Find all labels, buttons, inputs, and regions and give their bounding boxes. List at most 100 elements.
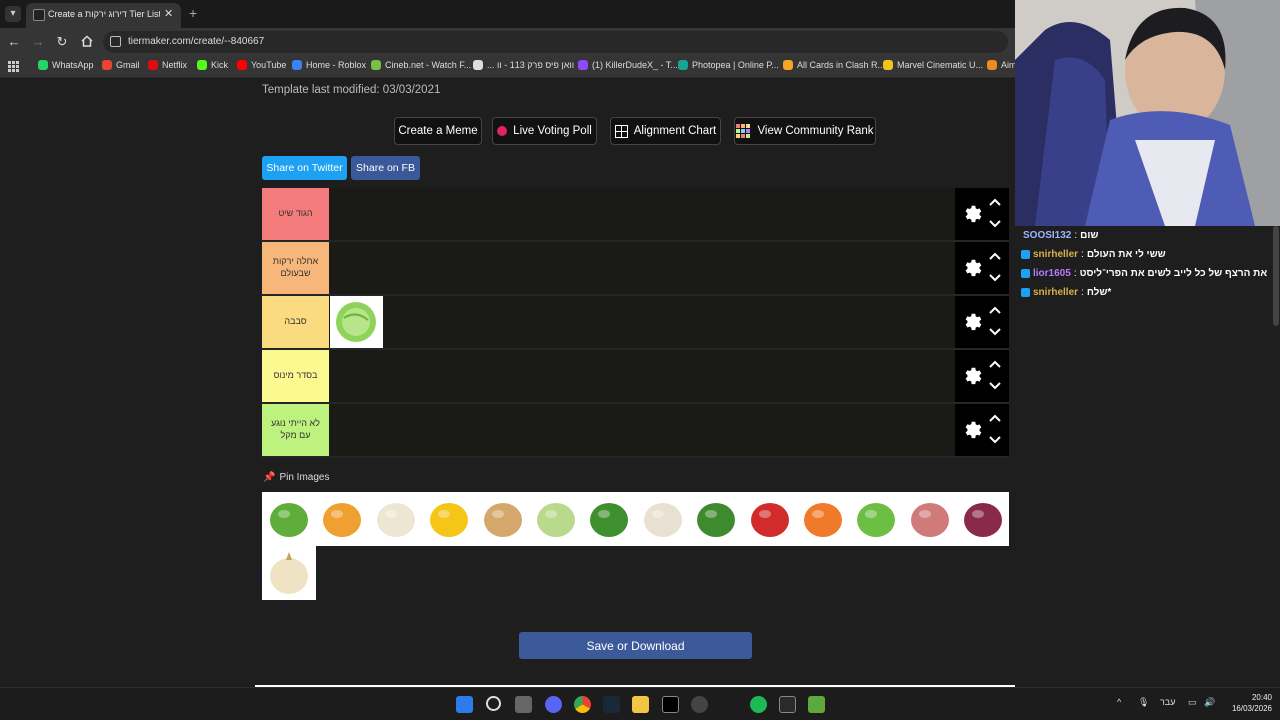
app-icon[interactable]: [662, 696, 679, 713]
bookmark-item[interactable]: Netflix: [148, 60, 187, 70]
active-tab[interactable]: Create a דירוג ירקות Tier List - T ✕: [26, 3, 181, 28]
gear-icon[interactable]: [960, 365, 982, 387]
steam-icon[interactable]: [603, 696, 620, 713]
network-icon[interactable]: ▭: [1188, 697, 1197, 708]
search-icon[interactable]: [486, 696, 501, 711]
language-indicator[interactable]: עבר: [1160, 697, 1175, 707]
spotify-icon[interactable]: [750, 696, 767, 713]
bookmark-item[interactable]: Marvel Cinematic U...: [883, 60, 983, 70]
tier-label[interactable]: בסדר מינוס: [262, 350, 329, 402]
site-info-icon[interactable]: [110, 36, 121, 47]
save-download-button[interactable]: Save or Download: [519, 632, 752, 659]
move-down-icon[interactable]: [988, 380, 1002, 392]
chrome-icon[interactable]: [574, 696, 591, 713]
back-icon[interactable]: ←: [6, 34, 22, 49]
file-explorer-icon[interactable]: [632, 696, 649, 713]
tier-label[interactable]: הגוד שיט: [262, 188, 329, 240]
chat-username[interactable]: snirheller: [1033, 249, 1078, 260]
move-down-icon[interactable]: [988, 434, 1002, 446]
create-meme-button[interactable]: Create a Meme: [394, 117, 482, 145]
move-up-icon[interactable]: [988, 358, 1002, 370]
new-tab-icon[interactable]: +: [189, 5, 197, 21]
cucumber-image[interactable]: [262, 492, 316, 546]
tray-chevron-icon[interactable]: ^: [1117, 697, 1121, 707]
reload-icon[interactable]: ↻: [54, 34, 70, 50]
chat-username[interactable]: lior1605: [1033, 268, 1071, 279]
gear-icon[interactable]: [960, 311, 982, 333]
move-down-icon[interactable]: [988, 326, 1002, 338]
discord-icon[interactable]: [545, 696, 562, 713]
tier-label[interactable]: סבבה: [262, 296, 329, 348]
potato-image[interactable]: [476, 492, 530, 546]
bookmark-item[interactable]: YouTube: [237, 60, 286, 70]
bookmark-item[interactable]: Aim: [987, 60, 1017, 70]
move-up-icon[interactable]: [988, 304, 1002, 316]
template-modified-text: Template last modified: 03/03/2021: [262, 84, 441, 96]
garlic-image[interactable]: [636, 492, 690, 546]
bookmark-item[interactable]: WhatsApp: [38, 60, 94, 70]
bookmark-item[interactable]: ... וואן פיס פרק 113 - וו: [473, 60, 574, 70]
gear-icon[interactable]: [960, 257, 982, 279]
tier-label[interactable]: לא הייתי נוגע עם מקל: [262, 404, 329, 456]
bookmark-item[interactable]: (1) KillerDudeX_ - T...: [578, 60, 678, 70]
bookmark-item[interactable]: All Cards in Clash R...: [783, 60, 885, 70]
bookmark-item[interactable]: Cineb.net - Watch F...: [371, 60, 471, 70]
bookmark-favicon-icon: [38, 60, 48, 70]
green-beans-image[interactable]: [689, 492, 743, 546]
live-voting-poll-button[interactable]: Live Voting Poll: [492, 117, 597, 145]
move-down-icon[interactable]: [988, 218, 1002, 230]
bookmark-item[interactable]: Home - Roblox: [292, 60, 366, 70]
broccoli-image[interactable]: [582, 492, 636, 546]
tier-row[interactable]: הגוד שיט: [262, 188, 1009, 242]
bookmark-label: Kick: [211, 60, 229, 70]
move-down-icon[interactable]: [988, 272, 1002, 284]
move-up-icon[interactable]: [988, 412, 1002, 424]
tier-row[interactable]: בסדר מינוס: [262, 350, 1009, 404]
tier-row[interactable]: אחלה ירקות שבעולם: [262, 242, 1009, 296]
home-icon[interactable]: [80, 34, 94, 48]
tier-row[interactable]: לא הייתי נוגע עם מקל: [262, 404, 1009, 458]
epic-games-icon[interactable]: [779, 696, 796, 713]
kohlrabi-image[interactable]: [529, 492, 583, 546]
alignment-chart-button[interactable]: Alignment Chart: [610, 117, 721, 145]
close-icon[interactable]: ✕: [164, 7, 173, 20]
tab-search-icon[interactable]: ▾: [5, 6, 21, 22]
move-up-icon[interactable]: [988, 250, 1002, 262]
view-community-rank-button[interactable]: View Community Rank: [734, 117, 876, 145]
volume-icon[interactable]: 🔊: [1204, 697, 1215, 708]
url-field[interactable]: tiermaker.com/create/--840667: [103, 31, 1008, 53]
red-pepper-image[interactable]: [743, 492, 797, 546]
share-twitter-button[interactable]: Share on Twitter: [262, 156, 347, 180]
yellow-pepper-image[interactable]: [422, 492, 476, 546]
carrot-image[interactable]: [796, 492, 850, 546]
forward-icon[interactable]: →: [30, 34, 46, 49]
gear-icon[interactable]: [960, 203, 982, 225]
move-up-icon[interactable]: [988, 196, 1002, 208]
bookmark-item[interactable]: Gmail: [102, 60, 140, 70]
lettuce-image[interactable]: [849, 492, 903, 546]
pumpkin-image[interactable]: [315, 492, 369, 546]
cauliflower-image[interactable]: [369, 492, 423, 546]
gear-icon[interactable]: [960, 419, 982, 441]
obs-icon[interactable]: [691, 696, 708, 713]
task-view-icon[interactable]: [515, 696, 532, 713]
clock[interactable]: 20:40 16/03/2026: [1222, 693, 1272, 715]
chat-username[interactable]: snirheller: [1033, 287, 1078, 298]
onion-image[interactable]: [262, 546, 316, 600]
tier-label[interactable]: אחלה ירקות שבעולם: [262, 242, 329, 294]
chat-scrollbar[interactable]: [1273, 226, 1279, 326]
bookmark-item[interactable]: Photopea | Online P...: [678, 60, 779, 70]
pin-images-toggle[interactable]: 📌 Pin Images: [263, 472, 329, 483]
tier-row[interactable]: סבבה: [262, 296, 1009, 350]
apps-icon[interactable]: [8, 61, 19, 72]
red-onion-image[interactable]: [956, 492, 1010, 546]
chat-badge-icon: [1021, 269, 1030, 278]
chat-username[interactable]: SOOSI132: [1023, 230, 1071, 241]
cabbage-image[interactable]: [330, 296, 383, 348]
sweet-potato-image[interactable]: [903, 492, 957, 546]
microphone-icon[interactable]: 🎙: [1138, 697, 1149, 708]
minecraft-icon[interactable]: [808, 696, 825, 713]
windows-start-icon[interactable]: [456, 696, 473, 713]
share-fb-button[interactable]: Share on FB: [351, 156, 420, 180]
bookmark-item[interactable]: Kick: [197, 60, 228, 70]
